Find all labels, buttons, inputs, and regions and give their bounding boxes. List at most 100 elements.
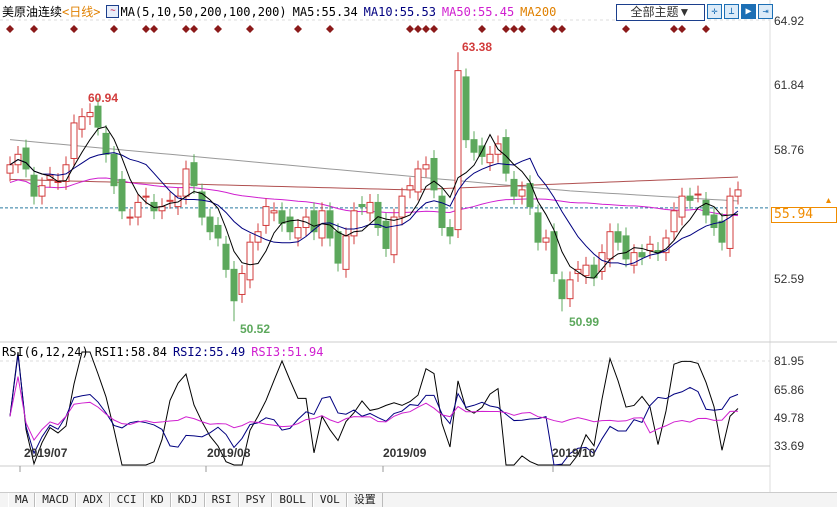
- event-marker-icon: [678, 25, 686, 33]
- candle-body: [86, 111, 94, 118]
- candle-body: [78, 116, 86, 130]
- tab-rsi[interactable]: RSI: [204, 493, 239, 507]
- event-marker-icon: [142, 25, 150, 33]
- candle-body: [702, 199, 710, 216]
- tab-adx[interactable]: ADX: [75, 493, 110, 507]
- range-icon[interactable]: ⊥: [724, 4, 739, 19]
- event-marker-icon: [190, 25, 198, 33]
- candle-body: [382, 220, 390, 249]
- candle-body: [718, 220, 726, 243]
- rsi3-line: [9, 376, 739, 442]
- tab-kdj[interactable]: KDJ: [170, 493, 205, 507]
- event-marker-icon: [326, 25, 334, 33]
- price-tick: 61.84: [774, 78, 805, 92]
- candle-body: [30, 174, 38, 197]
- candle-body: [582, 264, 590, 277]
- rsi-tick: 81.95: [774, 354, 805, 368]
- ma-params: MA(5,10,50,200,100,200): [120, 4, 287, 19]
- rsi-header: RSI(6,12,24) RSI1:58.84 RSI2:55.49 RSI3:…: [2, 345, 323, 359]
- candle-body: [558, 279, 566, 300]
- ma-chart-icon[interactable]: ~: [106, 5, 120, 18]
- theme-dropdown[interactable]: 全部主题▼: [616, 4, 705, 21]
- tab-cci[interactable]: CCI: [109, 493, 144, 507]
- candle-body: [294, 227, 302, 239]
- candle-body: [638, 252, 646, 258]
- tab-ma[interactable]: MA: [8, 493, 36, 507]
- candle-body: [606, 231, 614, 260]
- candle-body: [142, 195, 150, 198]
- low-annotation: 50.99: [569, 315, 600, 329]
- event-marker-icon: [30, 25, 38, 33]
- symbol-name: 美原油连续: [2, 5, 63, 19]
- candle-body: [534, 212, 542, 243]
- event-marker-icon: [214, 25, 222, 33]
- event-marker-icon: [702, 25, 710, 33]
- price-tick: 52.59: [774, 272, 805, 286]
- rsi-params: RSI(6,12,24): [2, 345, 89, 359]
- event-marker-icon: [502, 25, 510, 33]
- rsi-tick: 33.69: [774, 439, 805, 453]
- candle-body: [518, 189, 526, 197]
- candle-body: [222, 243, 230, 270]
- candle-body: [334, 231, 342, 264]
- tab-macd[interactable]: MACD: [35, 493, 76, 507]
- candle-body: [390, 216, 398, 256]
- event-marker-icon: [182, 25, 190, 33]
- tab-psy[interactable]: PSY: [238, 493, 273, 507]
- chart-canvas: [0, 0, 837, 492]
- candle-body: [62, 164, 70, 183]
- date-label: 2019/07: [24, 446, 68, 460]
- indicator-tabs: MA MACD ADX CCI KD KDJ RSI PSY BOLL VOL …: [0, 492, 837, 507]
- candle-body: [670, 210, 678, 233]
- candle-body: [510, 178, 518, 197]
- price-tick: 64.92: [774, 14, 805, 28]
- event-marker-icon: [70, 25, 78, 33]
- candle-body: [182, 168, 190, 197]
- candle-body: [262, 206, 270, 226]
- event-marker-icon: [6, 25, 14, 33]
- exit-icon[interactable]: ⇥: [758, 4, 773, 19]
- candle-body: [358, 204, 366, 208]
- candle-body: [206, 216, 214, 233]
- price-arrow-icon: [826, 198, 831, 203]
- candle-body: [70, 122, 78, 159]
- rsi1-value: RSI1:58.84: [94, 345, 167, 359]
- candle-body: [6, 164, 14, 174]
- event-marker-icon: [110, 25, 118, 33]
- candle-body: [246, 241, 254, 281]
- price-tick: 58.76: [774, 143, 805, 157]
- candle-body: [710, 214, 718, 229]
- candle-body: [446, 227, 454, 237]
- ma200-value: MA200: [520, 4, 557, 19]
- candle-body: [430, 157, 438, 191]
- event-marker-icon: [294, 25, 302, 33]
- event-marker-icon: [670, 25, 678, 33]
- tab-settings[interactable]: 设置: [346, 493, 383, 507]
- crosshair-icon[interactable]: ✛: [707, 4, 722, 19]
- rsi-tick: 49.78: [774, 411, 805, 425]
- ma10-value: MA10:55.53: [363, 4, 436, 19]
- tab-kd[interactable]: KD: [143, 493, 171, 507]
- period-label[interactable]: <日线>: [62, 3, 100, 20]
- event-marker-icon: [430, 25, 438, 33]
- event-marker-icon: [246, 25, 254, 33]
- rsi-tick: 65.86: [774, 383, 805, 397]
- tab-vol[interactable]: VOL: [312, 493, 347, 507]
- event-marker-icon: [414, 25, 422, 33]
- candle-body: [646, 243, 654, 252]
- event-marker-icon: [550, 25, 558, 33]
- play-icon[interactable]: ▶: [741, 4, 756, 19]
- candle-body: [118, 178, 126, 212]
- chart-header: 美原油连续 <日线> ~ MA(5,10,50,200,100,200) MA5…: [2, 3, 556, 20]
- event-marker-icon: [558, 25, 566, 33]
- event-marker-icon: [150, 25, 158, 33]
- low-annotation: 50.52: [240, 322, 271, 336]
- candle-body: [614, 231, 622, 243]
- event-marker-icon: [510, 25, 518, 33]
- tab-boll[interactable]: BOLL: [272, 493, 313, 507]
- rsi3-value: RSI3:51.94: [251, 345, 324, 359]
- event-marker-icon: [478, 25, 486, 33]
- candle-body: [422, 164, 430, 170]
- candle-body: [22, 147, 30, 170]
- candle-body: [190, 162, 198, 187]
